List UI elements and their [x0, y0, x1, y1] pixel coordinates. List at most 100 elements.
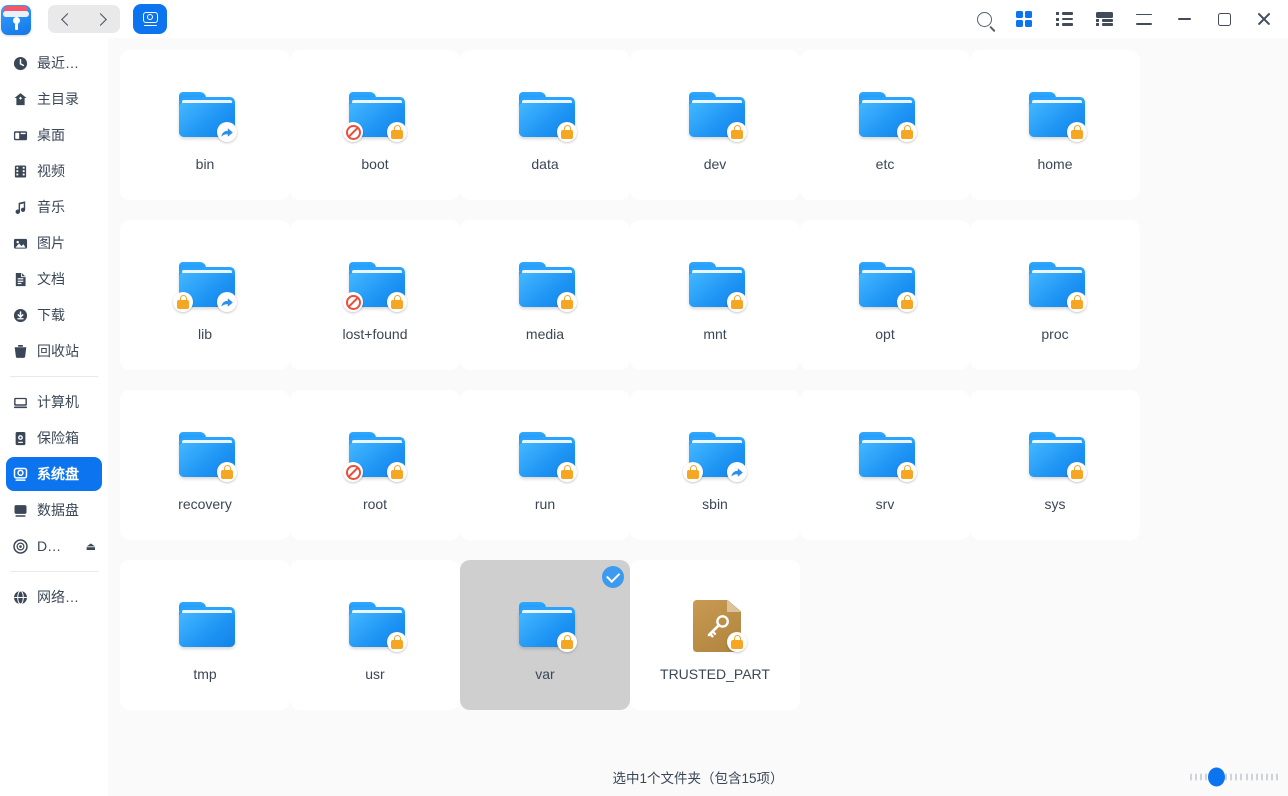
forward-button[interactable]: [85, 6, 119, 32]
eject-icon[interactable]: ⏏: [86, 540, 96, 553]
folder-item[interactable]: mnt: [630, 220, 800, 370]
sidebar-item-label: 桌面: [37, 127, 65, 143]
icon-view-button[interactable]: [1004, 0, 1044, 38]
folder-item[interactable]: media: [460, 220, 630, 370]
sidebar-item-desktop[interactable]: 桌面: [6, 118, 102, 152]
folder-item[interactable]: proc: [970, 220, 1140, 370]
disk-icon: [142, 11, 159, 28]
back-icon: [61, 12, 74, 26]
folder-item[interactable]: recovery: [120, 390, 290, 540]
share-link-badge-icon: [217, 292, 237, 312]
file-grid: bin boot data dev etc home lib lost+found media m…: [108, 38, 1288, 758]
navigation-group: [48, 5, 120, 33]
folder-item[interactable]: home: [970, 50, 1140, 200]
folder-item[interactable]: etc: [800, 50, 970, 200]
sidebar-item-computer[interactable]: 计算机: [6, 385, 102, 419]
minimize-icon: [1177, 18, 1191, 20]
system-disk-tab[interactable]: [133, 4, 167, 34]
search-button[interactable]: [964, 0, 1004, 38]
folder-icon: [339, 248, 411, 320]
folder-item[interactable]: dev: [630, 50, 800, 200]
detail-view-icon: [1095, 12, 1113, 26]
lock-badge-icon: [727, 292, 747, 312]
selection-status-text: 选中1个文件夹（包含15项）: [612, 771, 784, 786]
sidebar-item-music[interactable]: 音乐: [6, 190, 102, 224]
slider-ticks: [1190, 773, 1278, 781]
folder-icon: [169, 588, 241, 660]
close-icon: [1257, 12, 1271, 26]
item-label: dev: [703, 156, 727, 172]
folder-item[interactable]: srv: [800, 390, 970, 540]
close-button[interactable]: [1244, 0, 1284, 38]
icon-size-slider[interactable]: [1190, 767, 1278, 787]
sidebar-item-video[interactable]: 视频: [6, 154, 102, 188]
picture-icon: [12, 235, 29, 252]
sidebar-item-safebox[interactable]: 保险箱: [6, 421, 102, 455]
slider-handle[interactable]: [1208, 767, 1226, 787]
sidebar: 最近… 主目录桌面视频 音乐 图片文档下载 回收站 计算机 保险箱 系统盘数据盘 D… ⏏ 网络…: [0, 38, 108, 796]
minimize-button[interactable]: [1164, 0, 1204, 38]
folder-icon: [169, 78, 241, 150]
sidebar-item-data-disk[interactable]: 数据盘: [6, 493, 102, 527]
folder-item[interactable]: usr: [290, 560, 460, 710]
back-button[interactable]: [49, 6, 83, 32]
item-label: mnt: [703, 326, 727, 342]
folder-item[interactable]: sys: [970, 390, 1140, 540]
safebox-icon: [12, 430, 29, 447]
video-icon: [12, 163, 29, 180]
lock-badge-icon: [557, 122, 577, 142]
folder-item[interactable]: opt: [800, 220, 970, 370]
folder-icon: [679, 78, 751, 150]
folder-item[interactable]: sbin: [630, 390, 800, 540]
data-disk-icon: [12, 502, 29, 519]
maximize-button[interactable]: [1204, 0, 1244, 38]
sidebar-item-optical-disc[interactable]: D… ⏏: [6, 529, 102, 563]
list-view-button[interactable]: [1044, 0, 1084, 38]
folder-icon: [849, 78, 921, 150]
item-label: data: [531, 156, 559, 172]
file-manager-window: 最近… 主目录桌面视频 音乐 图片文档下载 回收站 计算机 保险箱 系统盘数据盘 D… ⏏ 网络…: [0, 0, 1288, 796]
computer-icon: [12, 394, 29, 411]
item-label: root: [362, 496, 388, 512]
folder-item[interactable]: run: [460, 390, 630, 540]
folder-item[interactable]: root: [290, 390, 460, 540]
search-icon: [976, 11, 992, 27]
item-label: TRUSTED_PART: [660, 666, 770, 682]
item-label: recovery: [178, 496, 232, 512]
document-icon: [12, 271, 29, 288]
lock-badge-icon: [557, 462, 577, 482]
sidebar-item-trash[interactable]: 回收站: [6, 334, 102, 368]
folder-item[interactable]: data: [460, 50, 630, 200]
folder-item[interactable]: tmp: [120, 560, 290, 710]
selected-check-icon: [602, 566, 624, 588]
sidebar-item-download[interactable]: 下载: [6, 298, 102, 332]
lock-badge-icon: [217, 462, 237, 482]
folder-item[interactable]: bin: [120, 50, 290, 200]
lock-badge-icon: [897, 122, 917, 142]
grid-view-icon: [1016, 11, 1032, 27]
item-label: boot: [361, 156, 389, 172]
sidebar-item-picture[interactable]: 图片: [6, 226, 102, 260]
folder-item[interactable]: lib: [120, 220, 290, 370]
sidebar-item-network[interactable]: 网络…: [6, 580, 102, 614]
folder-item[interactable]: lost+found: [290, 220, 460, 370]
download-icon: [12, 307, 29, 324]
sidebar-item-home[interactable]: 主目录: [6, 82, 102, 116]
sidebar-item-label: 数据盘: [37, 502, 79, 518]
sidebar-item-label: 主目录: [37, 91, 79, 107]
optical-disc-icon: [12, 538, 29, 555]
sidebar-item-label: 文档: [37, 271, 65, 287]
folder-icon: [339, 418, 411, 490]
detail-view-button[interactable]: [1084, 0, 1124, 38]
hamburger-icon: [1136, 13, 1152, 25]
file-item[interactable]: TRUSTED_PART: [630, 560, 800, 710]
maximize-icon: [1217, 12, 1231, 26]
sidebar-item-clock[interactable]: 最近…: [6, 46, 102, 80]
lock-badge-icon: [173, 292, 193, 312]
sidebar-item-document[interactable]: 文档: [6, 262, 102, 296]
sidebar-item-system-disk[interactable]: 系统盘: [6, 457, 102, 491]
folder-item[interactable]: var: [460, 560, 630, 710]
window-body: 最近… 主目录桌面视频 音乐 图片文档下载 回收站 计算机 保险箱 系统盘数据盘 D… ⏏ 网络…: [0, 38, 1288, 796]
folder-item[interactable]: boot: [290, 50, 460, 200]
menu-button[interactable]: [1124, 0, 1164, 38]
